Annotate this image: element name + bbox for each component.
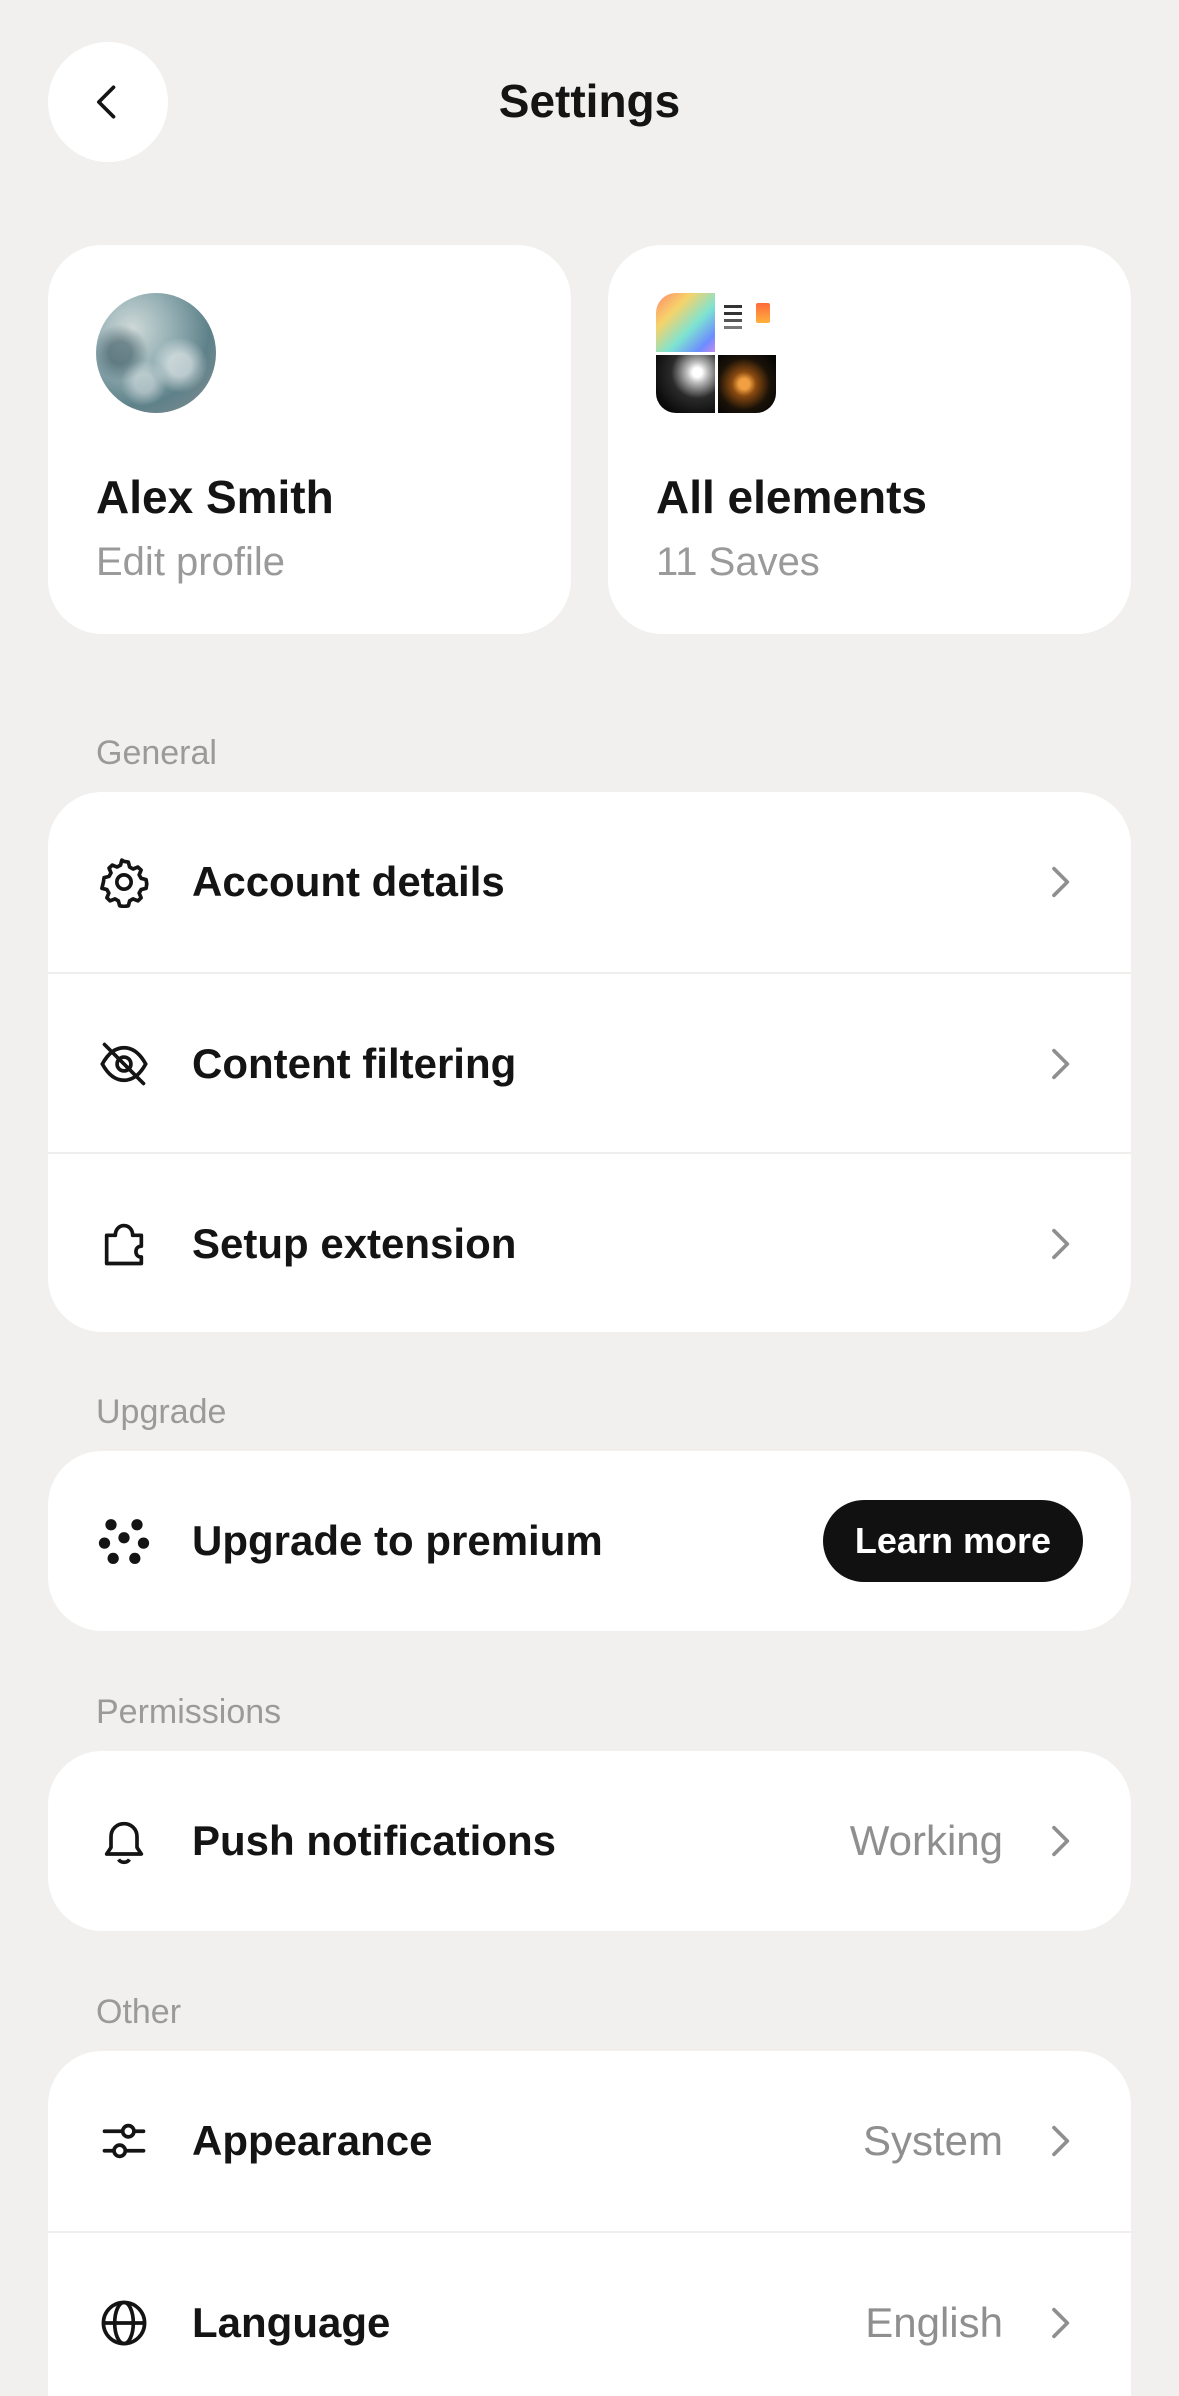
profile-card[interactable]: Alex Smith Edit profile — [48, 245, 571, 634]
chevron-right-icon — [1052, 1228, 1070, 1260]
row-label: Language — [192, 2299, 391, 2346]
thumbnail — [656, 354, 715, 413]
section-label-general: General — [96, 734, 217, 772]
row-content-filtering[interactable]: Content filtering — [48, 972, 1131, 1152]
settings-page: Settings Alex Smith Edit profile All ele… — [0, 0, 1179, 2396]
sliders-icon — [98, 2115, 150, 2167]
page-title: Settings — [498, 75, 681, 127]
row-label: Account details — [192, 858, 505, 905]
row-upgrade-premium[interactable]: Upgrade to premium Learn more — [48, 1451, 1131, 1631]
row-label: Setup extension — [192, 1220, 517, 1267]
thumbnail — [656, 293, 715, 352]
row-label: Push notifications — [192, 1817, 557, 1864]
puzzle-icon — [98, 1218, 150, 1270]
chevron-right-icon — [1052, 1048, 1070, 1080]
gear-icon — [98, 856, 150, 908]
saves-thumbnail-grid — [656, 293, 776, 413]
section-label-other: Other — [96, 1993, 182, 2031]
row-label: Content filtering — [192, 1040, 517, 1087]
section-label-upgrade: Upgrade — [96, 1393, 227, 1431]
row-push-notifications[interactable]: Push notifications Working — [48, 1751, 1131, 1931]
permissions-group: Push notifications Working — [48, 1751, 1131, 1931]
general-group: Account details Content filtering Setup … — [48, 792, 1131, 1332]
chevron-right-icon — [1052, 866, 1070, 898]
row-value: Working — [849, 1817, 1003, 1864]
chevron-right-icon — [1052, 2307, 1070, 2339]
upgrade-group: Upgrade to premium Learn more — [48, 1451, 1131, 1631]
row-label: Upgrade to premium — [192, 1517, 603, 1564]
avatar — [96, 293, 216, 413]
chevron-right-icon — [1052, 2125, 1070, 2157]
eye-slash-icon — [98, 1038, 150, 1090]
edit-profile-link: Edit profile — [96, 540, 285, 584]
row-language[interactable]: Language English — [48, 2231, 1131, 2396]
profile-name: Alex Smith — [96, 471, 334, 523]
other-group: Appearance System Language English — [48, 2051, 1131, 2396]
dots-flower-icon — [98, 1515, 150, 1567]
thumbnail — [717, 354, 776, 413]
section-label-permissions: Permissions — [96, 1693, 282, 1731]
row-setup-extension[interactable]: Setup extension — [48, 1152, 1131, 1332]
chevron-right-icon — [1052, 1825, 1070, 1857]
thumbnail — [717, 293, 776, 352]
bell-icon — [98, 1815, 150, 1867]
globe-icon — [98, 2297, 150, 2349]
row-appearance[interactable]: Appearance System — [48, 2051, 1131, 2231]
learn-more-button[interactable]: Learn more — [822, 1500, 1083, 1582]
row-value: System — [862, 2117, 1003, 2164]
saves-card[interactable]: All elements 11 Saves — [608, 245, 1131, 634]
saves-title: All elements — [656, 471, 927, 523]
row-label: Appearance — [192, 2117, 433, 2164]
saves-count: 11 Saves — [656, 540, 820, 584]
row-account-details[interactable]: Account details — [48, 792, 1131, 972]
row-value: English — [865, 2299, 1003, 2346]
